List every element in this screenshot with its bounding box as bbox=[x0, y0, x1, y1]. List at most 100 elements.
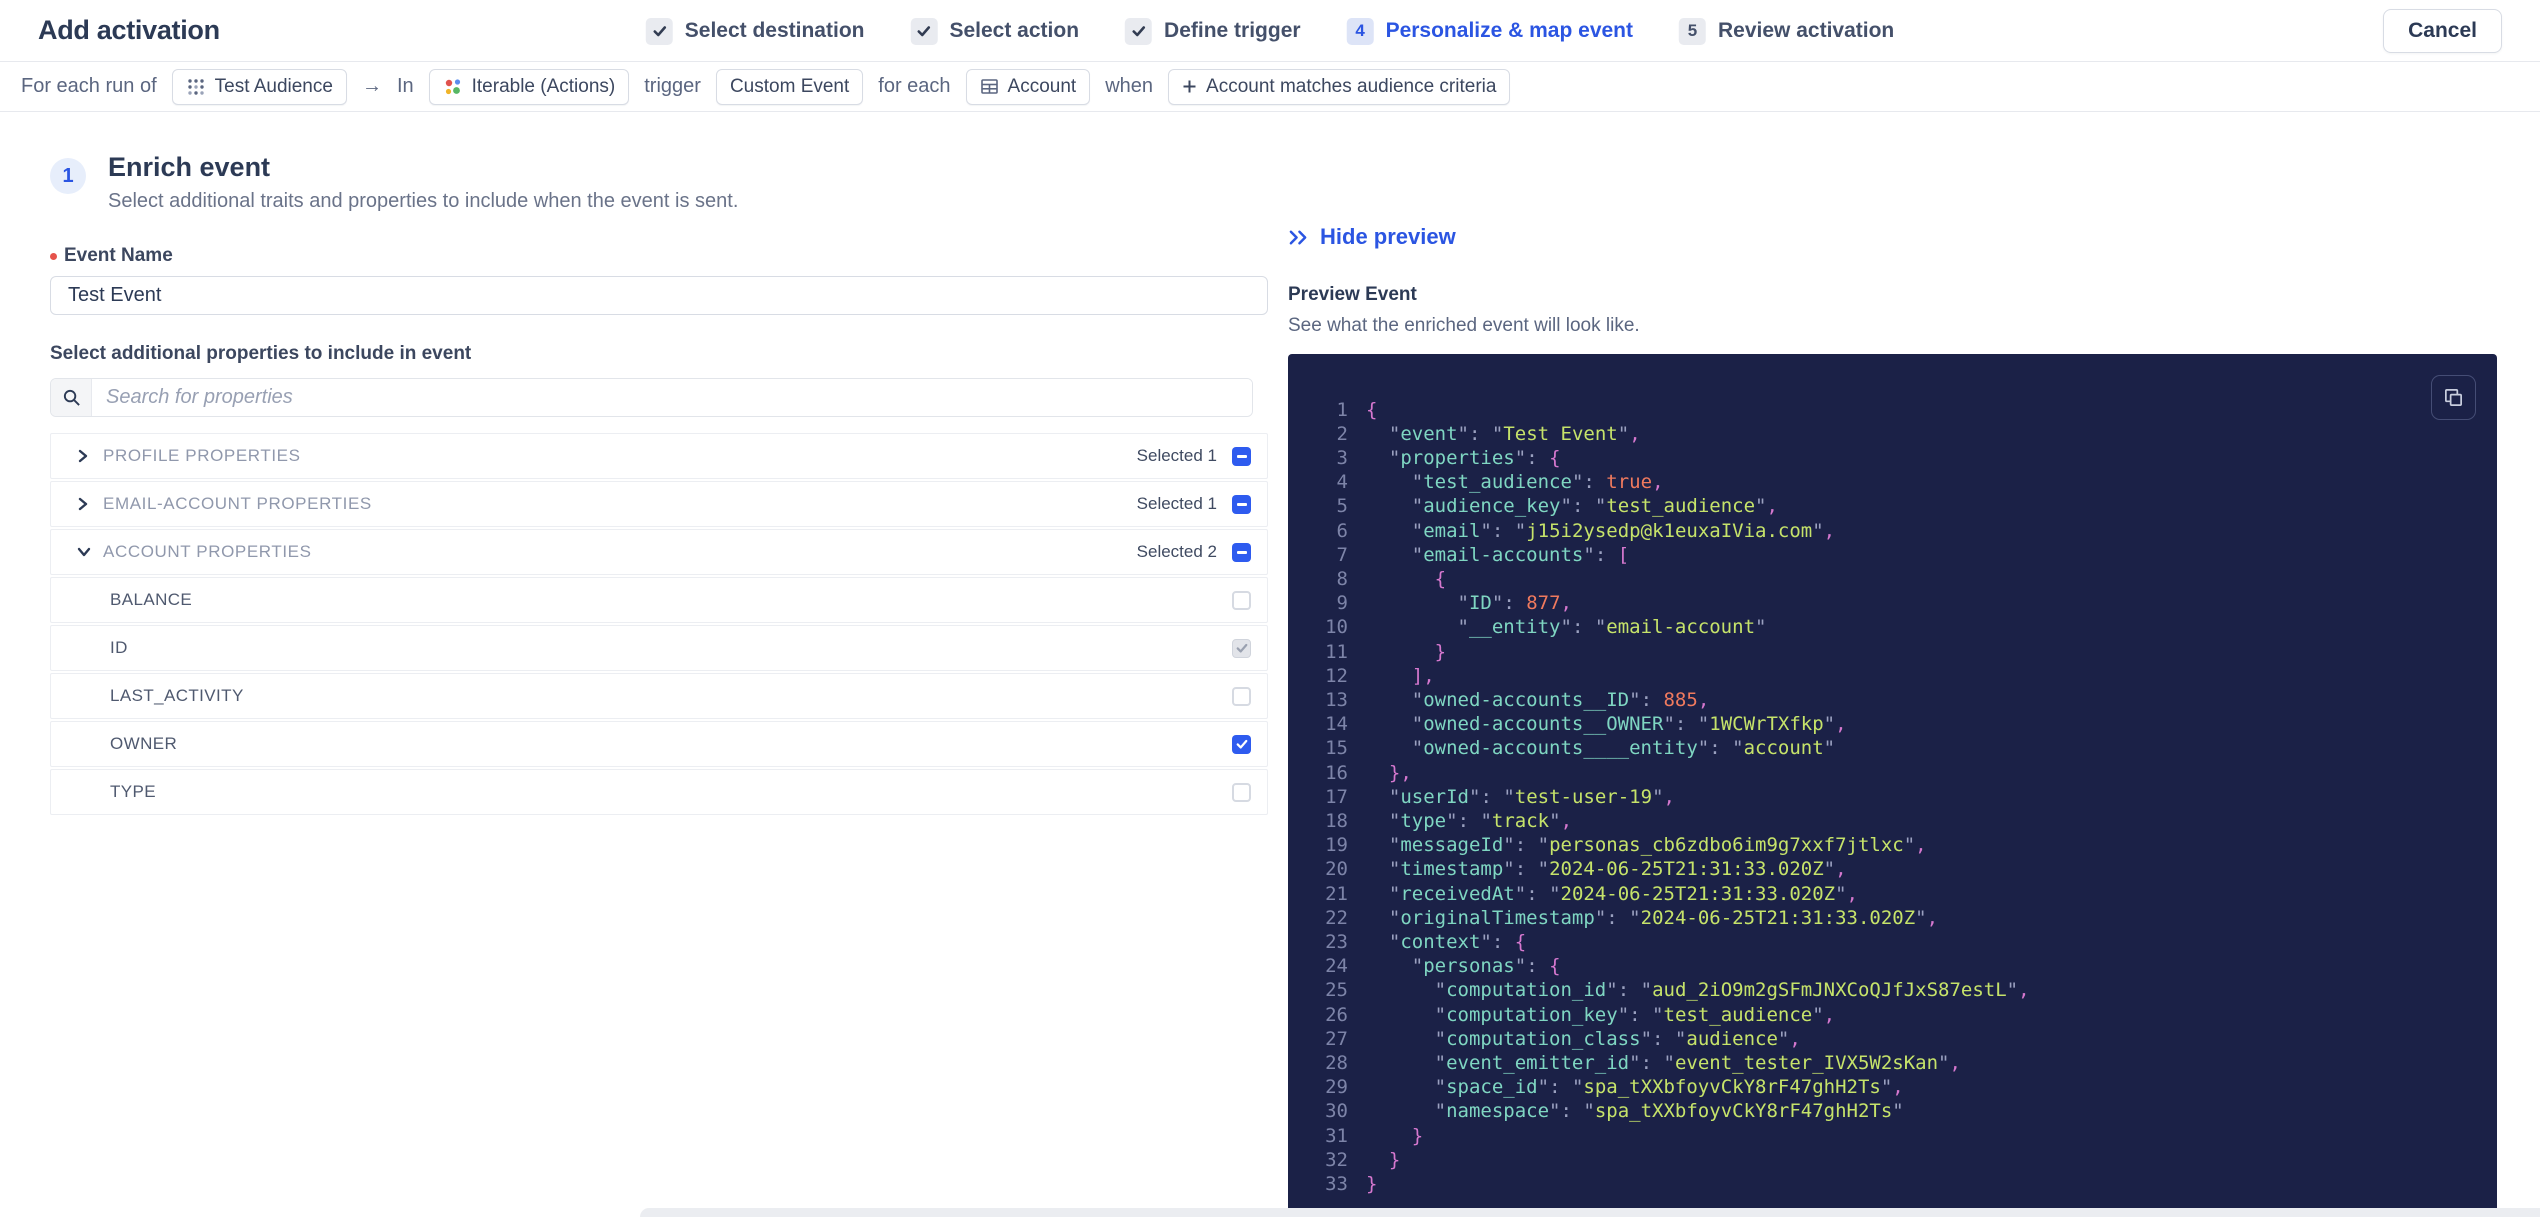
chip-iterable-actions[interactable]: Iterable (Actions) bbox=[428, 68, 630, 105]
property-section-account-properties[interactable]: ACCOUNT PROPERTIES Selected 2 bbox=[50, 529, 1268, 575]
line-number: 9 bbox=[1336, 592, 1348, 615]
code-line: 16 }, bbox=[1288, 761, 2497, 785]
chip-account[interactable]: Account bbox=[965, 68, 1091, 105]
code-line: 17 "userId": "test-user-19", bbox=[1288, 785, 2497, 809]
required-dot-icon bbox=[50, 252, 57, 260]
line-number: 22 bbox=[1325, 906, 1348, 929]
line-number: 6 bbox=[1336, 519, 1348, 542]
property-section-email-account-properties[interactable]: EMAIL-ACCOUNT PROPERTIES Selected 1 bbox=[50, 481, 1268, 527]
line-number: 26 bbox=[1325, 1003, 1348, 1026]
step-list: Select destination Select action Define tr… bbox=[645, 0, 1895, 62]
step-select-destination[interactable]: Select destination bbox=[645, 17, 865, 45]
chip-account-matches-audience-criteria[interactable]: Account matches audience criteria bbox=[1168, 68, 1511, 105]
context-text: for each bbox=[878, 75, 951, 97]
cancel-button[interactable]: Cancel bbox=[2383, 8, 2502, 53]
code-line: 8 { bbox=[1288, 567, 2497, 591]
checkbox-checked[interactable] bbox=[1232, 734, 1251, 754]
line-number: 18 bbox=[1325, 809, 1348, 832]
line-number: 14 bbox=[1325, 713, 1348, 736]
section-name: ACCOUNT PROPERTIES bbox=[103, 542, 312, 561]
code-line: 3 "properties": { bbox=[1288, 446, 2497, 470]
copy-button[interactable] bbox=[2431, 374, 2476, 420]
checkbox-unchecked[interactable] bbox=[1232, 782, 1251, 802]
page-title: Add activation bbox=[38, 15, 220, 45]
trigger-context-bar: For each run of Test Audience → In Iterable … bbox=[0, 62, 2540, 112]
step-check-icon bbox=[1125, 17, 1153, 45]
code-line: 18 "type": "track", bbox=[1288, 809, 2497, 833]
chevron-right-icon bbox=[77, 497, 103, 511]
code-line: 21 "receivedAt": "2024-06-25T21:31:33.02… bbox=[1288, 882, 2497, 906]
step-number-badge: 1 bbox=[50, 158, 86, 194]
checkbox-indeterminate[interactable] bbox=[1232, 446, 1251, 466]
code-line: 22 "originalTimestamp": "2024-06-25T21:3… bbox=[1288, 906, 2497, 930]
main-panel: 1 Enrich event Select additional traits … bbox=[0, 112, 2540, 1217]
enrich-event-subtitle: Select additional traits and properties … bbox=[108, 190, 739, 212]
line-number: 17 bbox=[1325, 785, 1348, 808]
line-number: 3 bbox=[1336, 446, 1348, 469]
selected-count: Selected 2 bbox=[1136, 542, 1217, 561]
event-name-input[interactable] bbox=[50, 276, 1268, 315]
property-name: OWNER bbox=[110, 734, 178, 753]
code-line: 12 ], bbox=[1288, 664, 2497, 688]
audience-icon bbox=[186, 77, 206, 97]
chevron-right-icon bbox=[77, 449, 103, 463]
code-line: 4 "test_audience": true, bbox=[1288, 470, 2497, 494]
code-line: 32 } bbox=[1288, 1148, 2497, 1172]
context-text: trigger bbox=[644, 75, 701, 97]
property-item-balance[interactable]: BALANCE bbox=[50, 577, 1268, 623]
hide-preview-link[interactable]: Hide preview bbox=[1288, 224, 1456, 250]
search-input[interactable] bbox=[92, 379, 1252, 416]
step-label: Review activation bbox=[1718, 19, 1895, 42]
step-label: Select destination bbox=[684, 19, 865, 42]
chip-test-audience[interactable]: Test Audience bbox=[171, 68, 347, 105]
property-item-last-activity[interactable]: LAST_ACTIVITY bbox=[50, 673, 1268, 719]
chip-custom-event[interactable]: Custom Event bbox=[715, 68, 864, 105]
enrich-event-section: 1 Enrich event Select additional traits … bbox=[50, 152, 1268, 1217]
property-item-owner[interactable]: OWNER bbox=[50, 721, 1268, 767]
line-number: 25 bbox=[1325, 979, 1348, 1002]
code-line: 1{ bbox=[1288, 398, 2497, 422]
checkbox-indeterminate[interactable] bbox=[1232, 494, 1251, 514]
property-item-type[interactable]: TYPE bbox=[50, 769, 1268, 815]
context-text: In bbox=[396, 75, 414, 97]
property-item-id[interactable]: ID bbox=[50, 625, 1268, 671]
preview-panel: Hide preview Preview Event See what the … bbox=[1288, 152, 2497, 1217]
chip-label: Custom Event bbox=[729, 75, 850, 97]
property-name: ID bbox=[110, 638, 128, 657]
step-define-trigger[interactable]: Define trigger bbox=[1125, 17, 1301, 45]
line-number: 12 bbox=[1325, 664, 1348, 687]
code-line: 2 "event": "Test Event", bbox=[1288, 422, 2497, 446]
code-line: 10 "__entity": "email-account" bbox=[1288, 615, 2497, 639]
code-line: 24 "personas": { bbox=[1288, 954, 2497, 978]
line-number: 16 bbox=[1325, 761, 1348, 784]
context-text: → bbox=[361, 75, 382, 97]
page-bottom-edge bbox=[640, 1208, 2540, 1217]
step-review-activation[interactable]: 5 Review activation bbox=[1679, 17, 1895, 45]
top-bar: Add activation Select destination Select … bbox=[0, 0, 2540, 62]
plus-icon bbox=[1182, 79, 1197, 94]
line-number: 11 bbox=[1325, 640, 1348, 663]
line-number: 5 bbox=[1336, 495, 1348, 518]
code-line: 19 "messageId": "personas_cb6zdbo6im9g7x… bbox=[1288, 833, 2497, 857]
context-text: For each run of bbox=[21, 75, 157, 97]
selected-count: Selected 1 bbox=[1136, 446, 1217, 465]
selected-count: Selected 1 bbox=[1136, 494, 1217, 513]
additional-properties-label: Select additional properties to include … bbox=[50, 343, 472, 364]
code-lines: 1{2 "event": "Test Event", 3 "properties"… bbox=[1288, 398, 2497, 1197]
line-number: 32 bbox=[1325, 1148, 1348, 1171]
chip-label: Account bbox=[1007, 75, 1077, 97]
code-line: 11 } bbox=[1288, 640, 2497, 664]
property-search bbox=[50, 378, 1253, 417]
checkbox-indeterminate[interactable] bbox=[1232, 542, 1251, 562]
line-number: 29 bbox=[1325, 1076, 1348, 1099]
iterable-logo-icon bbox=[443, 77, 463, 97]
property-section-profile-properties[interactable]: PROFILE PROPERTIES Selected 1 bbox=[50, 433, 1268, 479]
step-select-action[interactable]: Select action bbox=[910, 17, 1079, 45]
enrich-event-title: Enrich event bbox=[108, 152, 271, 182]
checkbox-unchecked[interactable] bbox=[1232, 686, 1251, 706]
checkbox-checked-disabled[interactable] bbox=[1232, 638, 1251, 658]
double-chevron-right-icon bbox=[1288, 228, 1309, 247]
step-personalize-map-event[interactable]: 4 Personalize & map event bbox=[1346, 17, 1633, 45]
checkbox-unchecked[interactable] bbox=[1232, 590, 1251, 610]
line-number: 27 bbox=[1325, 1027, 1348, 1050]
